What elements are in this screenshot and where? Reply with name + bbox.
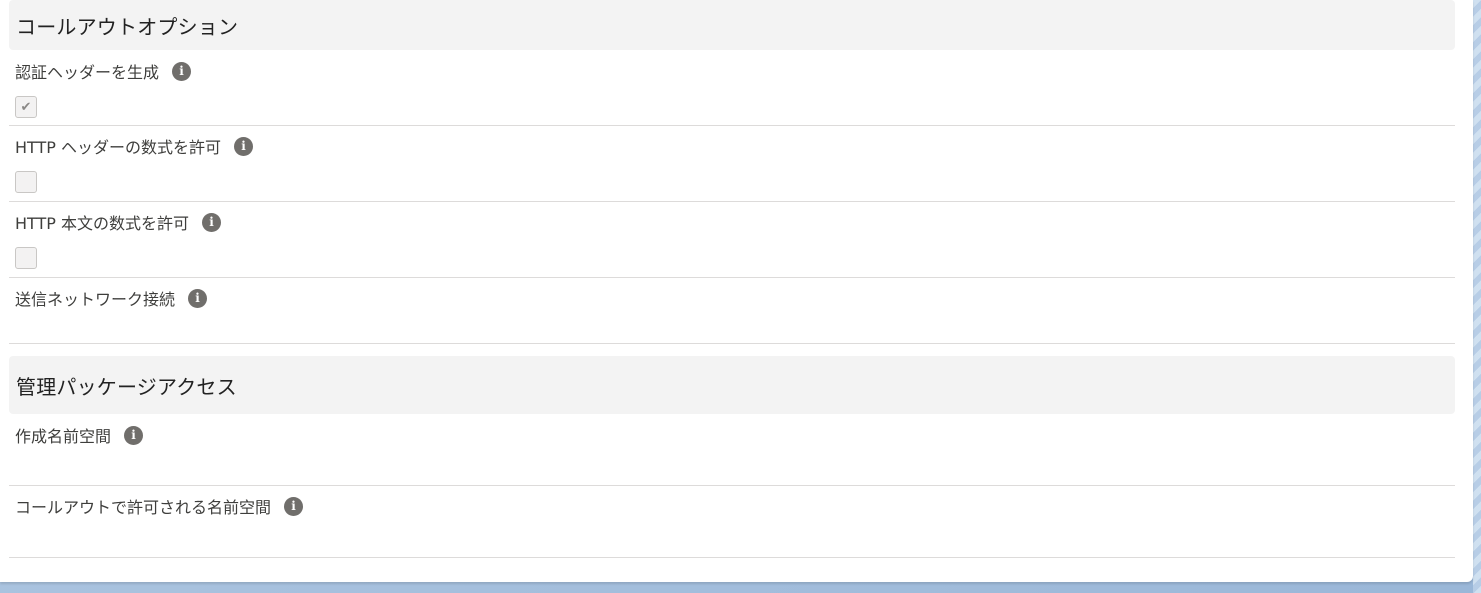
field-label-row: 作成名前空間 i [15, 423, 144, 447]
info-icon[interactable]: i [172, 61, 192, 81]
section-header-callout-options[interactable]: コールアウトオプション [9, 0, 1455, 50]
field-label: 送信ネットワーク接続 [15, 290, 176, 309]
field-label: コールアウトで許可される名前空間 [15, 498, 272, 517]
field-label: HTTP ヘッダーの数式を許可 [15, 138, 222, 157]
field-label: 認証ヘッダーを生成 [15, 63, 160, 82]
info-icon[interactable]: i [234, 136, 254, 156]
field-label-row: 送信ネットワーク接続 i [15, 286, 208, 310]
allow-merge-fields-body-checkbox[interactable] [15, 247, 37, 269]
field-label-row: HTTP ヘッダーの数式を許可 i [15, 134, 254, 158]
field-outbound-network-connection: 送信ネットワーク接続 i [9, 278, 1455, 344]
info-icon[interactable]: i [202, 212, 222, 232]
field-generate-auth-header: 認証ヘッダーを生成 i ✔ [9, 51, 1455, 126]
field-label-row: 認証ヘッダーを生成 i [15, 59, 192, 83]
info-icon[interactable]: i [284, 496, 304, 516]
generate-auth-header-checkbox[interactable]: ✔ [15, 96, 37, 118]
field-allow-merge-fields-header: HTTP ヘッダーの数式を許可 i [9, 126, 1455, 202]
field-label-row: HTTP 本文の数式を許可 i [15, 210, 222, 234]
allow-merge-fields-header-checkbox[interactable] [15, 171, 37, 193]
field-label-row: コールアウトで許可される名前空間 i [15, 494, 304, 518]
field-label: 作成名前空間 [15, 427, 112, 446]
field-allowed-namespaces-for-callouts: コールアウトで許可される名前空間 i [9, 486, 1455, 558]
info-icon[interactable]: i [188, 288, 208, 308]
background-decoration [1473, 0, 1481, 593]
field-label: HTTP 本文の数式を許可 [15, 214, 190, 233]
section-header-managed-package-access[interactable]: 管理パッケージアクセス [9, 356, 1455, 414]
field-created-namespace: 作成名前空間 i [9, 415, 1455, 486]
section-title: コールアウトオプション [16, 14, 239, 39]
info-icon[interactable]: i [124, 425, 144, 445]
checkmark-icon: ✔ [20, 99, 32, 115]
detail-panel: コールアウトオプション 認証ヘッダーを生成 i ✔ HTTP ヘッダーの数式を許… [0, 0, 1473, 582]
section-title: 管理パッケージアクセス [16, 374, 237, 399]
field-allow-merge-fields-body: HTTP 本文の数式を許可 i [9, 202, 1455, 278]
